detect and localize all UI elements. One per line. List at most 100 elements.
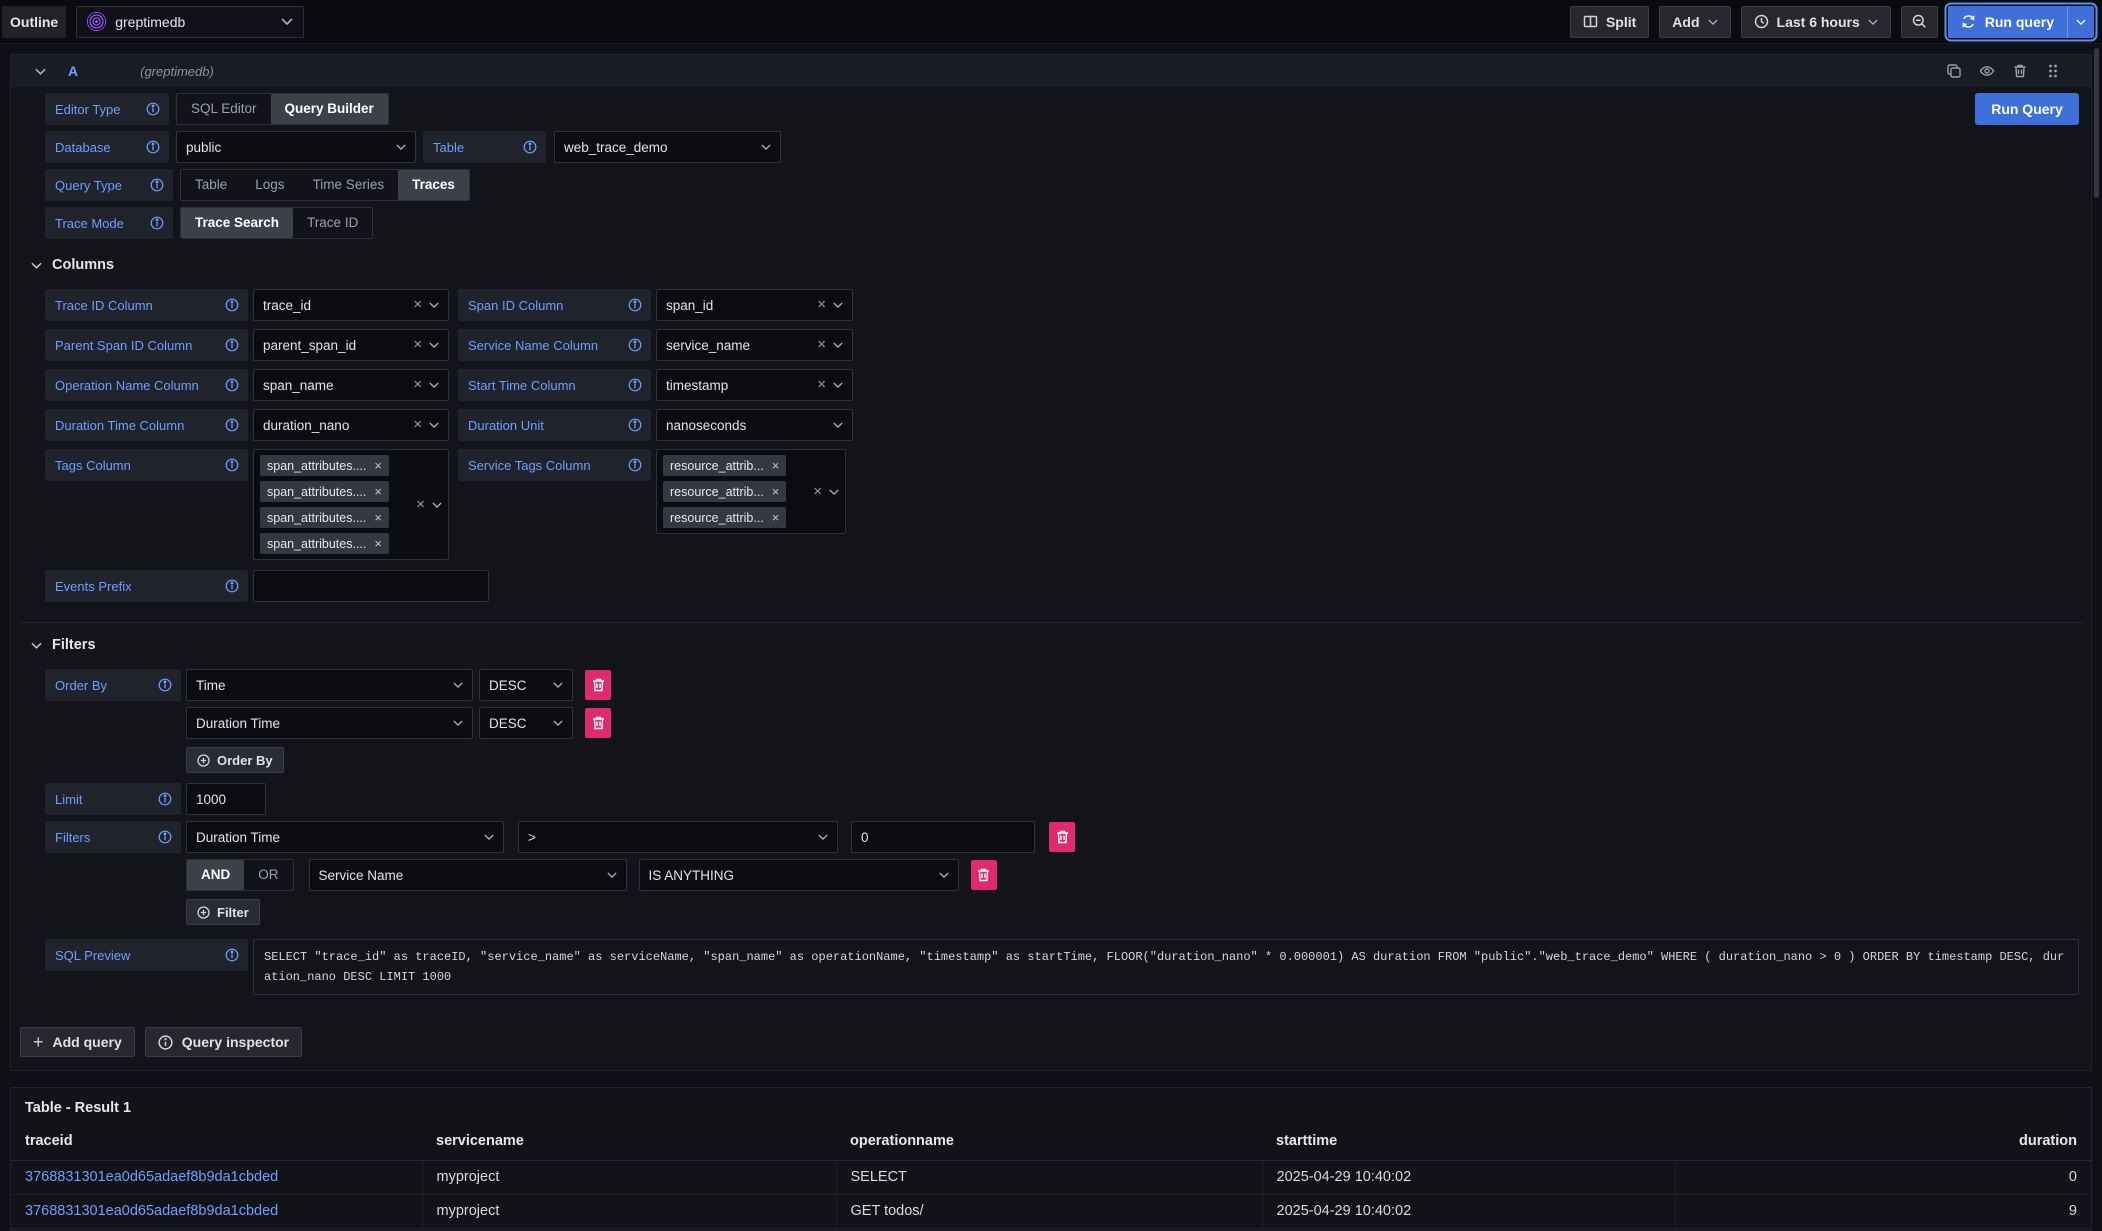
remove-chip-icon[interactable]: × [374,536,382,551]
time-range-picker[interactable]: Last 6 hours [1741,6,1891,38]
query-type-logs[interactable]: Logs [241,170,298,200]
info-icon[interactable] [225,378,239,392]
add-button[interactable]: Add [1659,6,1730,38]
query-row-header[interactable]: A (greptimedb) [11,55,2091,87]
run-query-options-button[interactable] [2067,6,2094,38]
split-button[interactable]: Split [1570,6,1649,38]
query-type-time-series[interactable]: Time Series [299,170,399,200]
info-icon[interactable] [150,178,164,192]
editor-type-query-builder[interactable]: Query Builder [271,94,388,124]
tag-chip[interactable]: span_attributes....× [260,455,389,476]
info-icon[interactable] [146,102,160,116]
info-icon[interactable] [628,298,642,312]
events-prefix-input[interactable] [253,570,489,602]
info-icon[interactable] [225,298,239,312]
clear-icon[interactable]: × [817,376,826,393]
service-tag-chip[interactable]: resource_attrib...× [663,507,786,528]
order-by-direction-select[interactable]: DESC [479,669,573,701]
remove-chip-icon[interactable]: × [374,484,382,499]
table-select[interactable]: web_trace_demo [554,131,781,163]
remove-chip-icon[interactable]: × [772,484,780,499]
info-icon[interactable] [150,216,164,230]
filter-field-select[interactable]: Service Name [309,859,627,891]
duplicate-query-icon[interactable] [1946,63,1962,79]
clear-all-icon[interactable]: × [813,483,822,500]
filter-field-select[interactable]: Duration Time [186,821,504,853]
tag-chip[interactable]: span_attributes....× [260,481,389,502]
tag-chip[interactable]: span_attributes....× [260,507,389,528]
trace-mode-trace-search[interactable]: Trace Search [181,208,293,238]
info-icon[interactable] [523,140,537,154]
column-header-duration[interactable]: duration [1675,1129,2091,1160]
scrollbar-thumb[interactable] [2094,48,2099,198]
tags-column-multiselect[interactable]: span_attributes....× span_attributes....… [253,449,449,560]
service-tag-chip[interactable]: resource_attrib...× [663,481,786,502]
info-icon[interactable] [225,579,239,593]
parent-span-id-column-select[interactable]: parent_span_id× [253,329,449,361]
add-filter-button[interactable]: Filter [186,899,260,925]
remove-chip-icon[interactable]: × [772,458,780,473]
service-name-column-select[interactable]: service_name× [656,329,853,361]
span-id-column-select[interactable]: span_id× [656,289,853,321]
remove-query-trash-icon[interactable] [2012,63,2028,79]
clear-icon[interactable]: × [413,296,422,313]
filter-operator-select[interactable]: IS ANYTHING [639,859,959,891]
info-icon[interactable] [225,338,239,352]
zoom-out-time-button[interactable] [1901,6,1938,38]
datasource-picker[interactable]: greptimedb [76,6,304,38]
column-header-servicename[interactable]: servicename [422,1129,836,1160]
filter-value-input[interactable] [851,821,1035,853]
info-icon[interactable] [628,378,642,392]
service-tag-chip[interactable]: resource_attrib...× [663,455,786,476]
info-icon[interactable] [225,948,239,962]
panel-run-query-button[interactable]: Run Query [1975,93,2079,125]
clear-icon[interactable]: × [817,296,826,313]
remove-chip-icon[interactable]: × [374,510,382,525]
remove-order-by-button[interactable] [585,670,611,700]
duration-time-column-select[interactable]: duration_nano× [253,409,449,441]
column-header-traceid[interactable]: traceid [11,1129,422,1160]
hide-response-eye-icon[interactable] [1979,63,1995,79]
start-time-column-select[interactable]: timestamp× [656,369,853,401]
order-by-field-select[interactable]: Duration Time [186,707,473,739]
filter-logic-and[interactable]: AND [187,860,244,890]
query-type-table[interactable]: Table [181,170,241,200]
info-icon[interactable] [225,418,239,432]
info-icon[interactable] [628,418,642,432]
add-order-by-button[interactable]: Order By [186,747,284,773]
tag-chip[interactable]: span_attributes....× [260,533,389,554]
clear-icon[interactable]: × [413,336,422,353]
filter-operator-select[interactable]: > [518,821,838,853]
clear-icon[interactable]: × [413,376,422,393]
info-icon[interactable] [158,830,172,844]
info-icon[interactable] [158,678,172,692]
clear-all-icon[interactable]: × [416,496,425,513]
filters-section-header[interactable]: Filters [31,637,2079,653]
trace-id-link[interactable]: 3768831301ea0d65adaef8b9da1cbded [25,1203,278,1219]
add-query-button[interactable]: + Add query [20,1027,135,1057]
editor-type-sql-editor[interactable]: SQL Editor [177,94,271,124]
service-tags-column-multiselect[interactable]: resource_attrib...× resource_attrib...× … [656,449,846,534]
collapse-chevron-icon[interactable] [35,68,46,75]
info-icon[interactable] [628,458,642,472]
trace-mode-trace-id[interactable]: Trace ID [293,208,372,238]
column-header-starttime[interactable]: starttime [1262,1129,1675,1160]
order-by-direction-select[interactable]: DESC [479,707,573,739]
clear-icon[interactable]: × [413,416,422,433]
remove-chip-icon[interactable]: × [374,458,382,473]
query-type-traces[interactable]: Traces [398,170,469,200]
remove-order-by-button[interactable] [585,708,611,738]
query-inspector-button[interactable]: Query inspector [145,1027,302,1057]
remove-chip-icon[interactable]: × [772,510,780,525]
order-by-field-select[interactable]: Time [186,669,473,701]
columns-section-header[interactable]: Columns [31,257,2079,273]
outline-button[interactable]: Outline [2,6,66,38]
info-icon[interactable] [146,140,160,154]
trace-id-link[interactable]: 3768831301ea0d65adaef8b9da1cbded [25,1169,278,1185]
remove-filter-button[interactable] [971,860,997,890]
clear-icon[interactable]: × [817,336,826,353]
filter-logic-or[interactable]: OR [244,860,292,890]
operation-name-column-select[interactable]: span_name× [253,369,449,401]
limit-input[interactable] [186,783,266,815]
remove-filter-button[interactable] [1049,822,1075,852]
